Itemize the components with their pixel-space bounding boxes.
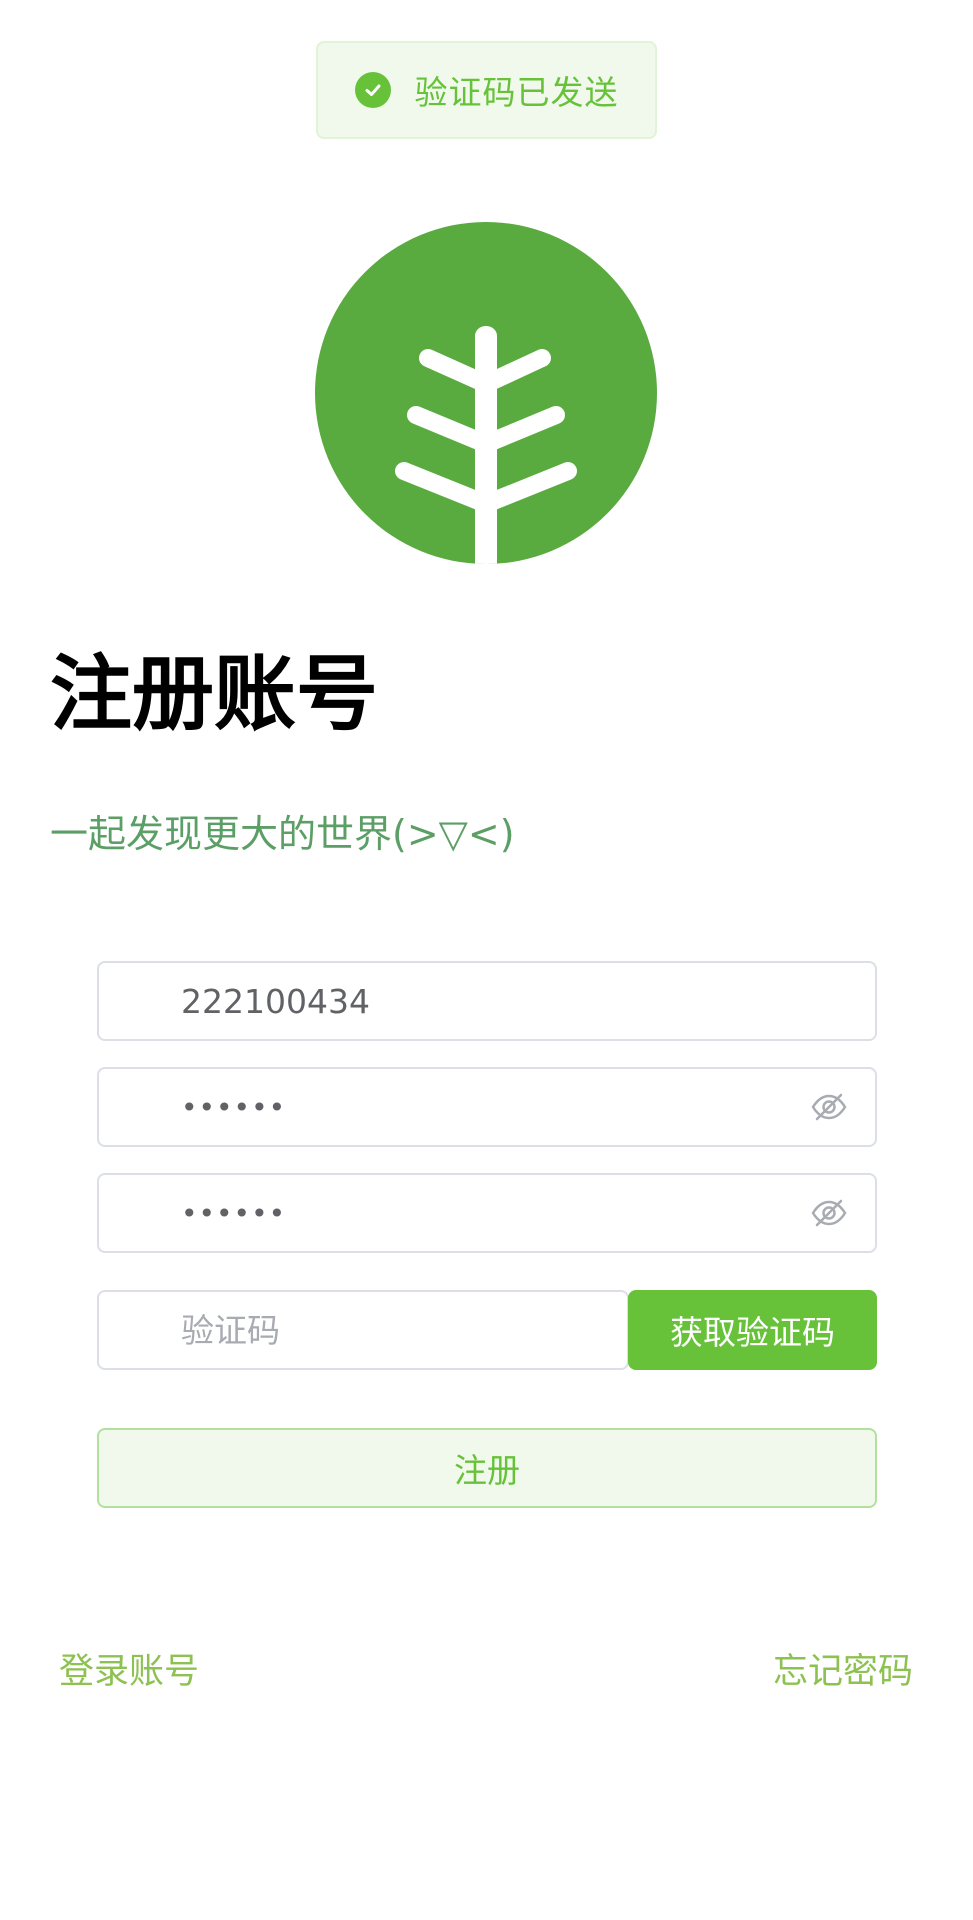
eye-off-icon[interactable] bbox=[809, 1087, 849, 1127]
tree-logo-icon bbox=[315, 222, 657, 564]
register-button[interactable]: 注册 bbox=[97, 1428, 877, 1508]
confirm-password-input[interactable] bbox=[181, 1175, 809, 1251]
forgot-password-link[interactable]: 忘记密码 bbox=[773, 1647, 913, 1697]
verification-code-input[interactable] bbox=[181, 1292, 627, 1368]
eye-off-icon[interactable] bbox=[809, 1193, 849, 1233]
page-subtitle: 一起发现更大的世界(>▽<) bbox=[50, 812, 515, 856]
check-circle-icon bbox=[354, 72, 391, 108]
confirm-password-field[interactable] bbox=[97, 1173, 877, 1253]
username-input[interactable] bbox=[181, 963, 875, 1039]
verification-code-field[interactable] bbox=[97, 1290, 629, 1370]
login-link[interactable]: 登录账号 bbox=[59, 1647, 199, 1697]
get-code-button[interactable]: 获取验证码 bbox=[628, 1290, 877, 1370]
password-field[interactable] bbox=[97, 1067, 877, 1147]
page-title: 注册账号 bbox=[50, 647, 379, 742]
username-field[interactable] bbox=[97, 961, 877, 1041]
toast-message: 验证码已发送 bbox=[414, 73, 619, 112]
password-input[interactable] bbox=[181, 1069, 809, 1145]
success-toast: 验证码已发送 bbox=[316, 41, 657, 139]
